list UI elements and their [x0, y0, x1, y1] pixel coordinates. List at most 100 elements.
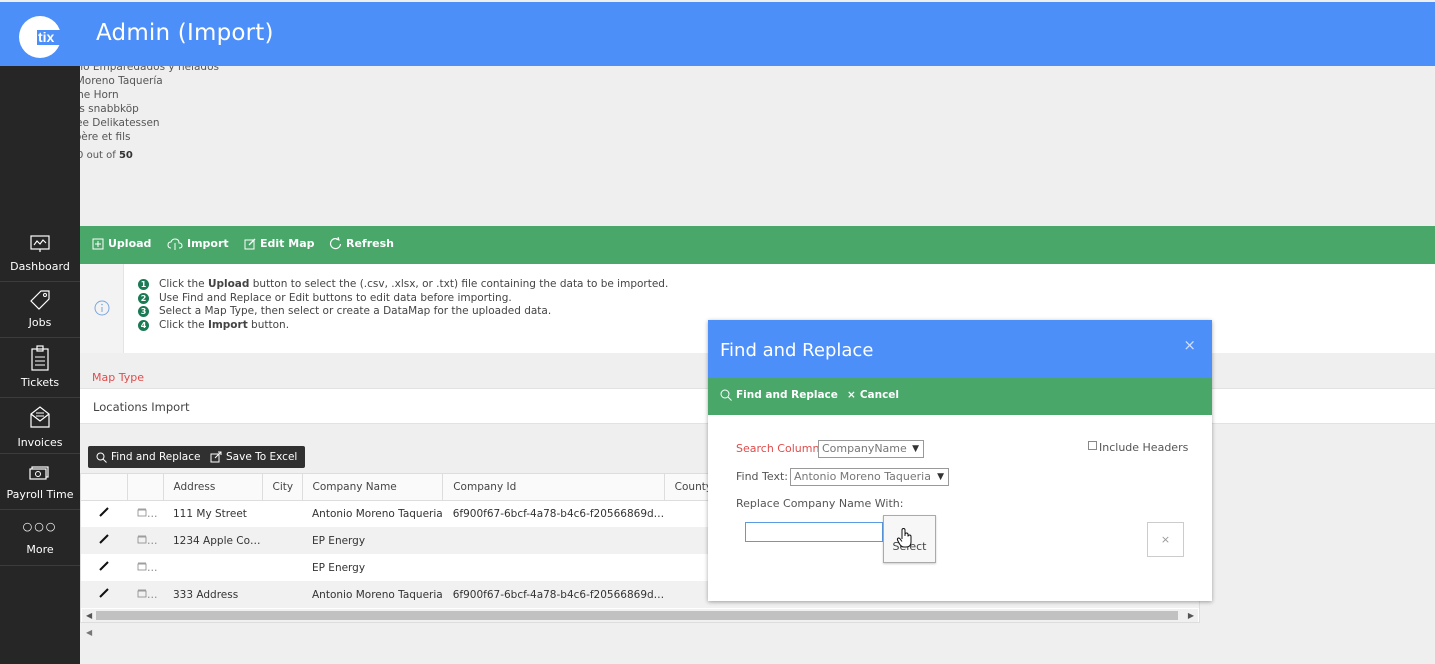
- sidebar-item-label: Invoices: [17, 436, 63, 449]
- upload-button[interactable]: Upload: [92, 237, 151, 250]
- row-dots: …: [147, 507, 158, 520]
- row-dots: …: [147, 561, 158, 574]
- edit-icon: [244, 238, 256, 249]
- delete-row-button[interactable]: …: [127, 500, 163, 527]
- sidebar-item-payroll-time[interactable]: Payroll Time: [0, 454, 80, 510]
- sidebar-item-tickets[interactable]: Tickets: [0, 338, 80, 398]
- trash-icon: [137, 508, 147, 517]
- cell-county: [664, 500, 714, 527]
- step-text: Click the: [159, 319, 208, 331]
- top-header: tix Admin (Import): [0, 2, 1435, 66]
- edit-row-button[interactable]: [81, 500, 127, 527]
- instruction-step-2: 2 Use Find and Replace or Edit buttons to…: [138, 292, 512, 305]
- app-logo[interactable]: tix: [19, 16, 63, 58]
- search-icon: [96, 452, 107, 463]
- sidebar: Dashboard Jobs Tickets Invoices Payroll …: [0, 66, 80, 664]
- info-column: [80, 264, 124, 353]
- cell-city: [262, 500, 302, 527]
- close-icon: ×: [847, 389, 856, 401]
- pager-total: 50: [118, 150, 133, 161]
- edit-map-label: Edit Map: [260, 237, 315, 250]
- instruction-step-3: 3 Select a Map Type, then select or creat…: [138, 305, 551, 318]
- envelope-icon: [30, 406, 50, 428]
- row-dots: …: [147, 588, 158, 601]
- scroll-left-icon[interactable]: ◀: [86, 628, 92, 637]
- scrollbar-thumb[interactable]: [96, 611, 1178, 620]
- upload-icon: [92, 238, 104, 249]
- sidebar-item-label: Jobs: [28, 316, 52, 329]
- step-text: button to select the (.csv, .xlsx, or .t…: [249, 278, 669, 290]
- sidebar-item-label: Tickets: [20, 376, 60, 389]
- find-text-value: Antonio Moreno Taqueria: [794, 470, 931, 483]
- import-button[interactable]: Import: [167, 237, 229, 250]
- search-column-select[interactable]: CompanyName ▼: [818, 440, 924, 458]
- money-icon: [29, 466, 49, 480]
- cell-company-id: [442, 527, 665, 554]
- find-replace-button[interactable]: Find and Replace: [88, 446, 209, 468]
- clear-button[interactable]: ×: [1147, 522, 1184, 557]
- cell-company-name: EP Energy: [302, 527, 443, 554]
- close-icon[interactable]: ×: [1183, 336, 1196, 354]
- map-type-value: Locations Import: [93, 400, 190, 414]
- delete-row-button[interactable]: …: [127, 581, 163, 608]
- pencil-icon: [99, 534, 109, 544]
- edit-row-button[interactable]: [81, 527, 127, 554]
- map-type-label: Map Type: [92, 371, 144, 384]
- edit-row-button[interactable]: [81, 581, 127, 608]
- dashboard-icon: [30, 235, 50, 252]
- replace-label: Replace Company Name With:: [736, 497, 904, 510]
- instruction-step-4: 4 Click the Import button.: [138, 319, 289, 332]
- column-header-address[interactable]: Address: [163, 474, 263, 501]
- column-header-company-name[interactable]: Company Name: [302, 474, 444, 501]
- cell-company-name: Antonio Moreno Taqueria: [302, 581, 443, 608]
- include-headers-label: Include Headers: [1099, 441, 1189, 454]
- dots-icon: ○○○: [22, 520, 58, 533]
- trash-icon: [137, 562, 147, 570]
- sidebar-item-jobs[interactable]: Jobs: [0, 282, 80, 338]
- cell-company-id: 6f900f67-6bcf-4a78-b4c6-f20566869d…: [452, 507, 665, 520]
- instruction-step-1: 1 Click the Upload button to select the (…: [138, 278, 668, 291]
- upload-label: Upload: [108, 237, 152, 250]
- refresh-button[interactable]: Refresh: [329, 237, 394, 250]
- cell-city: [262, 554, 302, 581]
- cell-company-name: Antonio Moreno Taqueria: [312, 507, 443, 520]
- delete-row-button[interactable]: …: [127, 554, 163, 581]
- clipboard-icon: [31, 345, 49, 371]
- modal-cancel-button[interactable]: × Cancel: [847, 389, 899, 401]
- column-header-city[interactable]: City: [262, 474, 303, 501]
- horizontal-scrollbar[interactable]: ◀ ▶: [82, 609, 1198, 622]
- page-title: Admin (Import): [96, 20, 274, 46]
- chevron-down-icon: ▼: [937, 472, 944, 482]
- column-header-company-id[interactable]: Company Id: [442, 474, 665, 501]
- delete-row-button[interactable]: …: [127, 527, 163, 554]
- pencil-icon: [99, 507, 109, 517]
- cell-county: [664, 527, 715, 554]
- column-header-county[interactable]: County: [664, 474, 715, 501]
- modal-find-replace-button[interactable]: Find and Replace: [720, 389, 838, 401]
- save-to-excel-button[interactable]: Save To Excel: [202, 446, 306, 468]
- replace-input[interactable]: [745, 522, 883, 542]
- scroll-left-icon[interactable]: ◀: [86, 611, 92, 620]
- cell-city: [262, 527, 302, 554]
- import-toolbar: Upload Import Edit Map Refresh: [80, 226, 1435, 264]
- edit-row-button[interactable]: [81, 554, 127, 581]
- row-dots: …: [147, 534, 158, 547]
- pencil-icon: [99, 588, 109, 598]
- step-bold: Upload: [207, 278, 250, 290]
- column-header: [127, 474, 164, 501]
- select-button[interactable]: Select: [883, 515, 936, 563]
- find-replace-modal: Find and Replace × Find and Replace × Ca…: [708, 320, 1212, 601]
- cell-company-id: [443, 554, 664, 581]
- cell-county: [664, 581, 715, 608]
- find-text-select[interactable]: Antonio Moreno Taqueria ▼: [790, 468, 949, 486]
- find-text-label: Find Text:: [736, 470, 788, 483]
- scroll-right-icon[interactable]: ▶: [1188, 611, 1194, 620]
- include-headers-checkbox[interactable]: [1088, 441, 1097, 450]
- sidebar-item-more[interactable]: ○○○ More: [0, 510, 80, 566]
- modal-title: Find and Replace: [720, 340, 874, 361]
- search-icon: [720, 389, 732, 401]
- sidebar-item-invoices[interactable]: Invoices: [0, 398, 80, 454]
- edit-map-button[interactable]: Edit Map: [244, 237, 315, 250]
- sidebar-item-dashboard[interactable]: Dashboard: [0, 226, 80, 282]
- cell-address: [163, 554, 262, 581]
